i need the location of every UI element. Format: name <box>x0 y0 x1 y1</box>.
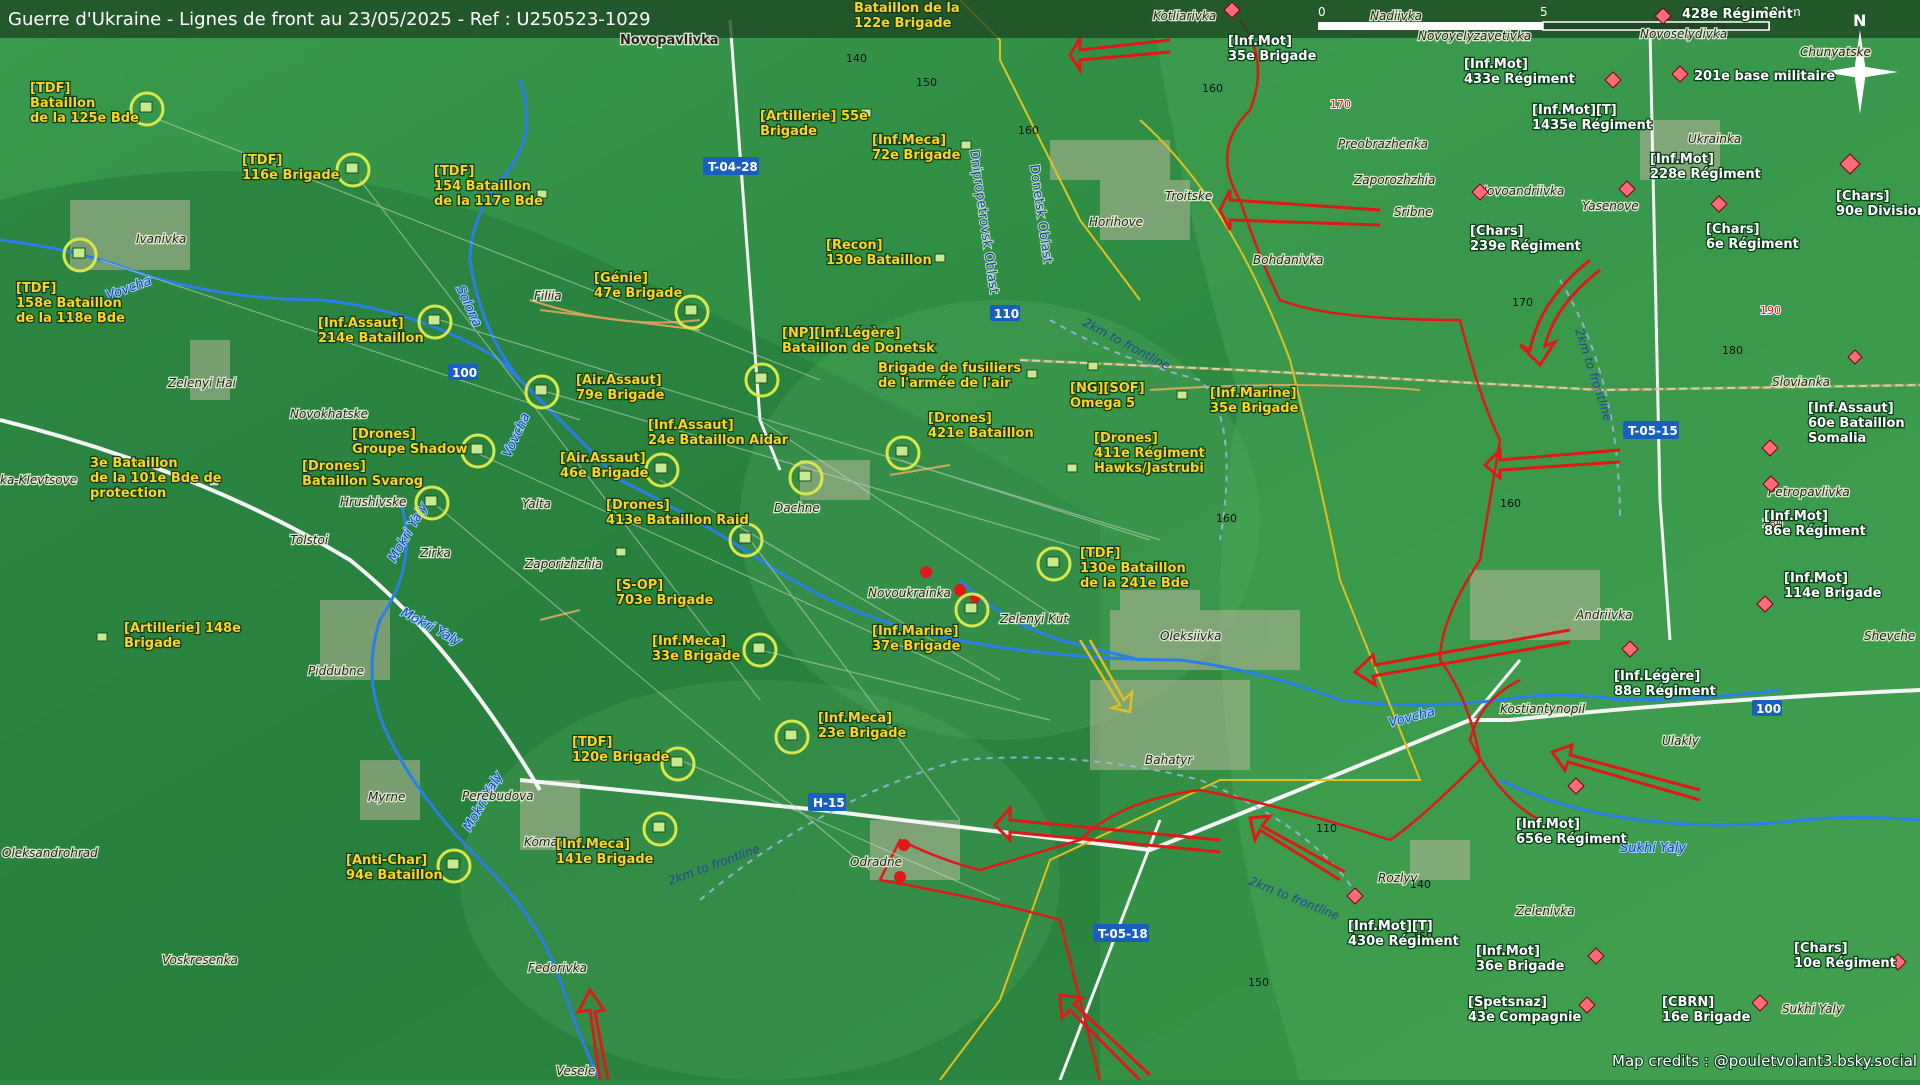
town-bohdanivka: Bohdanivka <box>1253 253 1324 267</box>
map-credits: Map credits : @pouletvolant3.bsky.social <box>1612 1052 1917 1070</box>
svg-text:[Air.Assaut]46e Brigade: [Air.Assaut] 46e Brigade <box>560 451 649 481</box>
road-100-east: 100 <box>1756 702 1781 716</box>
frontline-buffer-zone-south <box>460 680 1060 1080</box>
town-troitske: Troitske <box>1165 189 1212 203</box>
svg-text:140: 140 <box>846 52 867 65</box>
town-zelenyi-hai: Zelenyi Hai <box>167 376 237 390</box>
svg-text:428e Régiment: 428e Régiment <box>1682 7 1793 22</box>
ua-unit-9: Bataillon de la 122e Brigade <box>853 0 961 32</box>
town-andriivka: Andriivka <box>1575 608 1632 622</box>
ua-0-l1: [TDF] <box>30 81 70 96</box>
map-title: Guerre d'Ukraine - Lignes de front au 23… <box>8 9 651 30</box>
river-label-sukhi-yaly: Sukhi Yaly <box>1620 841 1686 856</box>
svg-text:[NG][SOF]Omega 5: [NG][SOF] Omega 5 <box>1070 381 1145 411</box>
town-slovianka: Slovianka <box>1772 375 1830 389</box>
svg-text:170: 170 <box>1512 296 1533 309</box>
ua-unit-25: [Inf.Marine] 37e Brigade <box>871 623 962 656</box>
road-T-05-15: T-05-15 <box>1628 424 1678 438</box>
town-yasenove: Yasenove <box>1582 199 1639 213</box>
town-kotliarivka: Kotliarivka <box>1153 9 1216 23</box>
svg-text:160: 160 <box>1018 124 1039 137</box>
town-sukhi-yaly: Sukhi Yaly <box>1782 1002 1844 1016</box>
highland-shade <box>1150 0 1920 1080</box>
scale-label-0: 0 <box>1318 5 1326 19</box>
road-T-05-18: T-05-18 <box>1098 927 1148 941</box>
town-ulakly: Ulakly <box>1662 734 1700 748</box>
ua-unit-14: [Air.Assaut] 79e Brigade <box>575 372 666 405</box>
svg-text:140: 140 <box>1410 878 1431 891</box>
north-label: N <box>1853 11 1866 30</box>
road-H-15: H-15 <box>813 796 845 810</box>
town-preobrazhenka: Preobrazhenka <box>1338 137 1428 151</box>
town-novoukrainka: Novoukrainka <box>868 586 951 600</box>
road-100-west: 100 <box>452 366 477 380</box>
svg-text:150: 150 <box>916 76 937 89</box>
town-zaporizhzhia: Zaporizhzhia <box>524 557 602 571</box>
svg-text:[Air.Assaut]79e Brigade: [Air.Assaut] 79e Brigade <box>576 373 665 403</box>
ua-unit-13: [Inf.Marine] 35e Brigade <box>1209 385 1300 418</box>
town-novoselydivka: Novoselydivka <box>1640 27 1727 41</box>
town-dachne: Dachne <box>774 501 820 515</box>
svg-text:160: 160 <box>1216 512 1237 525</box>
town-novoyelyzavetivka: Novoyelyzavetivka <box>1418 29 1531 43</box>
town-novokhatske: Novokhatske <box>290 407 368 421</box>
svg-text:160: 160 <box>1202 82 1223 95</box>
town-zelenyi-kut: Zelenyi Kut <box>999 612 1069 626</box>
scale-label-5: 5 <box>1540 5 1548 19</box>
town-zirka: Zirka <box>419 546 451 560</box>
svg-text:180: 180 <box>1722 344 1743 357</box>
town-horihove: Horihove <box>1089 215 1143 229</box>
svg-text:[Inf.Marine]35e Brigade: [Inf.Marine] 35e Brigade <box>1210 386 1299 416</box>
town-oleksandrohrad: Oleksandrohrad <box>2 846 98 860</box>
town-chunyatske: Chunyatske <box>1800 45 1871 59</box>
town-fedorivka: Fedorivka <box>528 961 587 975</box>
svg-text:110: 110 <box>1316 822 1337 835</box>
svg-text:150: 150 <box>1248 976 1269 989</box>
town-ka-klevtsove: ka-Klevtsove <box>0 473 77 487</box>
town-zaporozhzhia: Zaporozhzhia <box>1353 173 1435 187</box>
svg-text:160: 160 <box>1500 497 1521 510</box>
town-novoandriivka: Novoandriivka <box>1478 184 1564 198</box>
town-novopavlivka: Novopavlivka <box>620 33 719 48</box>
svg-text:201e base militaire: 201e base militaire <box>1694 69 1835 84</box>
svg-text:Brigade de fusiliersde l'armée: Brigade de fusiliers de l'armée de l'air <box>878 361 1021 391</box>
town-filiia: Filiia <box>534 289 562 303</box>
road-110: 110 <box>994 307 1019 321</box>
town-petropavlivka: Petropavlivka <box>1768 485 1850 499</box>
svg-text:170: 170 <box>1330 98 1351 111</box>
road-T-04-28: T-04-28 <box>708 160 758 174</box>
town-ukrainka: Ukrainka <box>1688 132 1741 146</box>
town-vesele: Vesele <box>556 1064 595 1078</box>
ua-unit-11: Brigade de fusiliers de l'armée de l'air <box>877 360 1023 393</box>
town-ivanivka: Ivanivka <box>136 232 186 246</box>
town-voskresenka: Voskresenka <box>162 953 238 967</box>
town-odradne: Odradne <box>850 855 902 869</box>
town-sribne: Sribne <box>1394 205 1433 219</box>
ua-unit-12: [NG][SOF] Omega 5 <box>1069 380 1146 413</box>
town-piddubne: Piddubne <box>308 664 364 678</box>
town-oleksiivka: Oleksiivka <box>1160 629 1221 643</box>
town-yalta: Yalta <box>522 497 551 511</box>
town-myrne: Myrne <box>368 790 405 804</box>
svg-text:[Inf.Marine]37e Brigade: [Inf.Marine] 37e Brigade <box>872 624 961 654</box>
town-hrushivske: Hrushivske <box>340 495 406 509</box>
town-kostiantynopil: Kostiantynopil <box>1500 702 1586 716</box>
town-bahatyr: Bahatyr <box>1145 753 1193 767</box>
town-shevche: Shevche <box>1864 629 1915 643</box>
town-tolstoi: Tolstoi <box>290 533 329 547</box>
svg-text:190: 190 <box>1760 304 1781 317</box>
town-perebudova: Perebudova <box>462 789 534 803</box>
map-canvas[interactable]: Guerre d'Ukraine - Lignes de front au 23… <box>0 0 1920 1082</box>
town-nadiivka: Nadiivka <box>1370 9 1422 23</box>
svg-text:Bataillon de la122e Brigade: Bataillon de la 122e Brigade <box>854 1 960 31</box>
town-zelenivka: Zelenivka <box>1515 904 1575 918</box>
ua-unit-18: [Air.Assaut] 46e Brigade <box>559 450 650 483</box>
